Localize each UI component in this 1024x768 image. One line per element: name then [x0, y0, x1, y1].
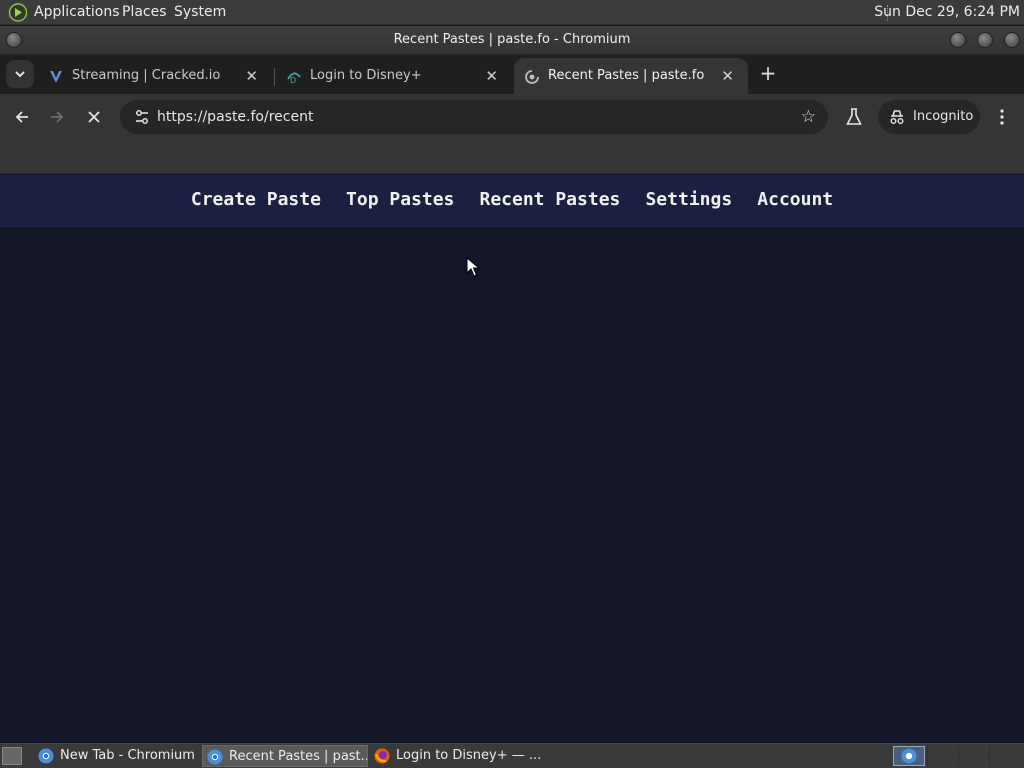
system-top-panel: Applications Places System Sun Dec 29, 6…	[0, 0, 1024, 25]
bookmarks-bar	[0, 140, 1024, 174]
window-menu-button[interactable]	[6, 32, 22, 48]
loading-spinner-icon	[525, 70, 539, 84]
taskbar-item-disney-login[interactable]: Login to Disney+ — ...	[370, 745, 550, 767]
bookmark-star-icon[interactable]: ☆	[801, 100, 816, 134]
site-navbar: Create Paste Top Pastes Recent Pastes Se…	[0, 175, 1024, 227]
address-bar[interactable]: https://paste.fo/recent ☆	[120, 100, 828, 134]
site-settings-icon[interactable]	[128, 103, 156, 131]
incognito-label: Incognito	[913, 109, 974, 124]
workspace-4[interactable]	[989, 746, 1019, 766]
window-title: Recent Pastes | paste.fo - Chromium	[393, 32, 631, 47]
chromium-icon	[901, 748, 917, 764]
workspace-3[interactable]	[958, 746, 988, 766]
tab-label: Login to Disney+	[310, 68, 422, 83]
taskbar-item-recent-pastes[interactable]: Recent Pastes | past...	[202, 745, 368, 767]
incognito-icon	[890, 110, 904, 124]
taskbar: New Tab - Chromium Recent Pastes | past.…	[0, 743, 1024, 768]
disney-favicon-icon: D	[287, 72, 301, 85]
close-tab-icon[interactable]: ✕	[245, 58, 258, 94]
nav-recent-pastes[interactable]: Recent Pastes	[479, 175, 620, 225]
close-window-button[interactable]	[1004, 32, 1020, 48]
incognito-indicator[interactable]: Incognito	[878, 100, 980, 134]
browser-toolbar: https://paste.fo/recent ☆ Incognito	[0, 94, 1024, 140]
nav-account[interactable]: Account	[757, 175, 833, 225]
tab-strip: Streaming | Cracked.io ✕ D Login to Disn…	[0, 54, 1024, 94]
arrow-right-icon	[51, 111, 64, 123]
back-button[interactable]	[8, 103, 36, 131]
forward-button[interactable]	[43, 103, 71, 131]
close-icon	[88, 111, 100, 123]
tab-label: Streaming | Cracked.io	[72, 68, 221, 83]
mouse-cursor-icon	[466, 257, 480, 277]
tab-divider	[274, 68, 275, 86]
chevron-down-icon	[15, 71, 25, 78]
firefox-icon	[374, 748, 390, 764]
new-tab-button[interactable]: +	[758, 60, 778, 88]
distro-logo-icon[interactable]	[8, 3, 28, 22]
tab-cracked[interactable]: Streaming | Cracked.io ✕	[38, 58, 272, 94]
flask-icon	[846, 108, 862, 125]
taskbar-item-label: Recent Pastes | past...	[229, 749, 368, 764]
tab-paste-fo[interactable]: Recent Pastes | paste.fo ✕	[514, 58, 748, 94]
clock[interactable]: Sun Dec 29, 6:24 PM	[874, 0, 1020, 24]
plus-icon: +	[759, 61, 777, 85]
cracked-favicon-icon	[50, 71, 62, 83]
nav-create-paste[interactable]: Create Paste	[191, 175, 321, 225]
taskbar-item-label: Login to Disney+ — ...	[396, 748, 542, 763]
system-menu[interactable]: System	[174, 0, 226, 25]
close-tab-icon[interactable]: ✕	[485, 58, 498, 94]
taskbar-item-new-tab[interactable]: New Tab - Chromium	[34, 745, 200, 767]
nav-top-pastes[interactable]: Top Pastes	[346, 175, 454, 225]
url-text[interactable]: https://paste.fo/recent	[157, 100, 313, 134]
workspace-2[interactable]	[927, 746, 957, 766]
workspace-1[interactable]	[893, 746, 925, 766]
places-menu[interactable]: Places	[122, 0, 167, 25]
taskbar-item-label: New Tab - Chromium	[60, 748, 195, 763]
tab-label: Recent Pastes | paste.fo	[548, 68, 705, 83]
arrow-left-icon	[15, 111, 28, 123]
applications-menu[interactable]: Applications	[34, 0, 120, 25]
stop-loading-button[interactable]	[80, 103, 108, 131]
chromium-icon	[38, 748, 54, 764]
browser-menu-button[interactable]	[988, 103, 1016, 131]
more-vertical-icon	[1000, 109, 1004, 125]
labs-button[interactable]	[840, 103, 868, 131]
nav-settings[interactable]: Settings	[645, 175, 732, 225]
tab-search-button[interactable]	[6, 60, 34, 88]
page-content: Create Paste Top Pastes Recent Pastes Se…	[0, 175, 1024, 743]
show-desktop-button[interactable]	[2, 747, 22, 765]
maximize-button[interactable]	[977, 32, 993, 48]
minimize-button[interactable]	[950, 32, 966, 48]
tab-disney[interactable]: D Login to Disney+ ✕	[276, 58, 512, 94]
window-titlebar[interactable]: Recent Pastes | paste.fo - Chromium	[0, 26, 1024, 54]
chromium-icon	[207, 749, 223, 765]
close-tab-icon[interactable]: ✕	[721, 58, 734, 94]
svg-text:D: D	[290, 76, 296, 85]
